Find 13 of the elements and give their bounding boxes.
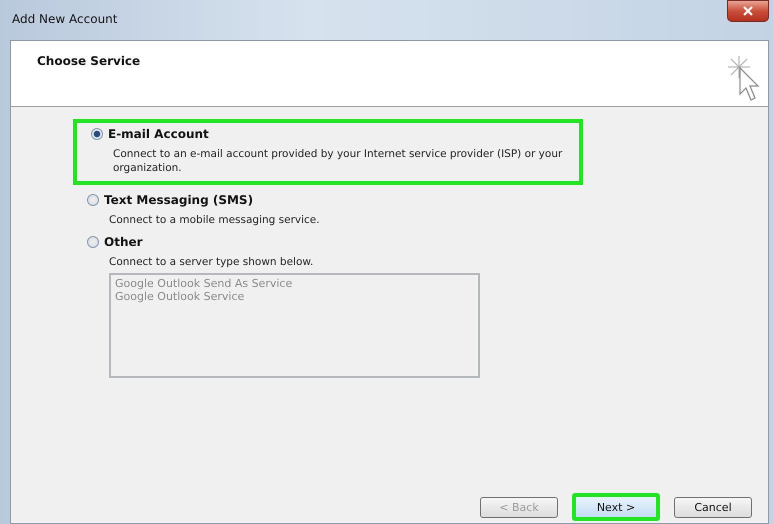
page-heading: Choose Service [37,54,140,70]
dialog-button[interactable]: Next > [572,493,660,521]
window-title: Add New Account [12,12,118,26]
cursor-sparkle-icon [726,54,760,102]
radio-option[interactable]: E-mail Account [91,127,569,141]
radio-option[interactable]: Other [87,235,768,249]
dialog-button[interactable]: Cancel [674,496,752,518]
option-description: Connect to a mobile messaging service. [109,213,321,227]
close-button[interactable] [727,0,769,22]
close-icon [743,6,753,16]
option-description: Connect to a server type shown below. [109,255,314,269]
option-description: Connect to an e-mail account provided by your Internet service provider (ISP) or your organization. [113,147,564,175]
radio-option[interactable]: Text Messaging (SMS) [87,193,768,207]
